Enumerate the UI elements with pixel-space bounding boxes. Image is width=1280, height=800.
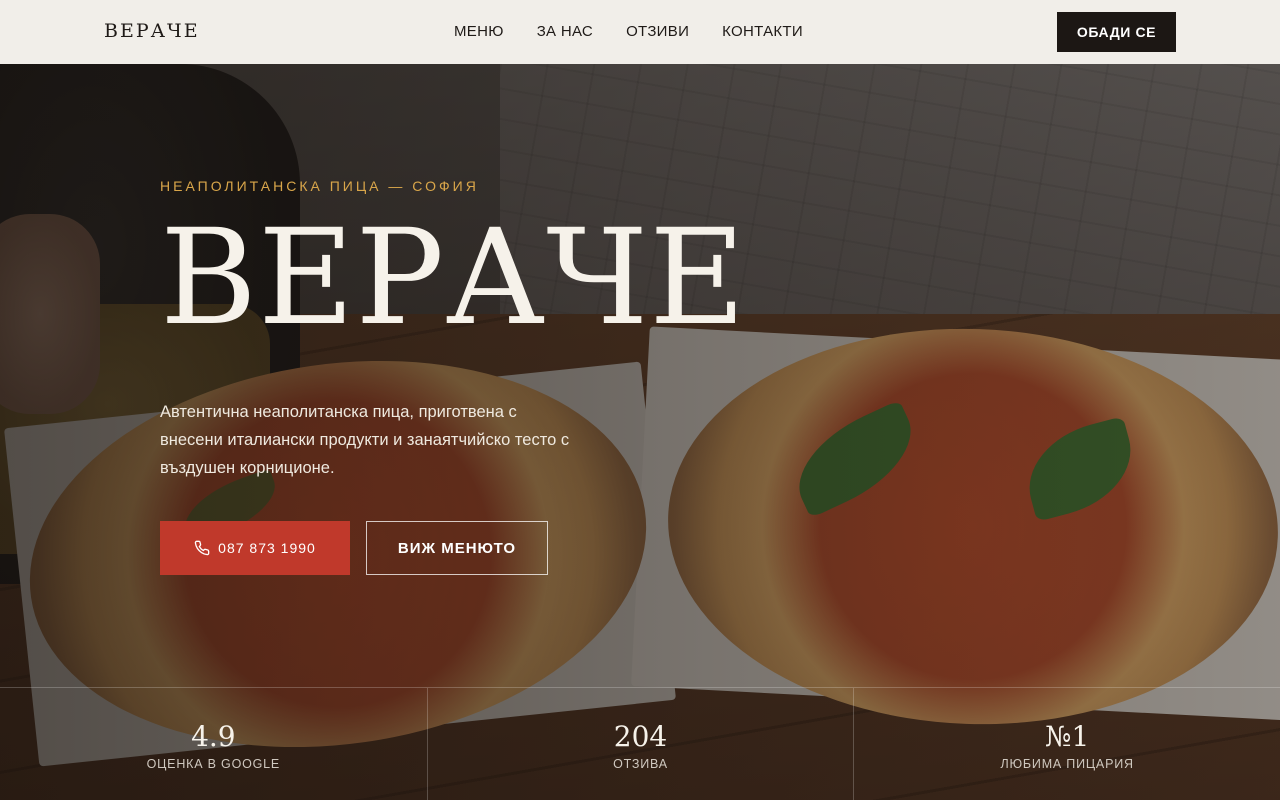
- hero-description: Автентична неаполитанска пица, приготвен…: [160, 403, 570, 477]
- phone-button[interactable]: 087 873 1990: [160, 521, 350, 575]
- call-button[interactable]: ОБАДИ СЕ: [1057, 12, 1176, 52]
- phone-button-label: 087 873 1990: [218, 540, 316, 556]
- stat-reviews: 204 ОТЗИВА: [426, 688, 854, 800]
- main-nav: МЕНЮ ЗА НАС ОТЗИВИ КОНТАКТИ: [454, 23, 836, 40]
- phone-icon: [194, 540, 210, 556]
- view-menu-button[interactable]: ВИЖ МЕНЮТО: [366, 521, 548, 575]
- hero-eyebrow: НЕАПОЛИТАНСКА ПИЦА — СОФИЯ: [160, 178, 479, 194]
- nav-link-about[interactable]: ЗА НАС: [537, 23, 593, 40]
- stats-bar: 4.9 ОЦЕНКА В GOOGLE 204 ОТЗИВА №1 ЛЮБИМА…: [0, 687, 1280, 800]
- stat-value: 204: [613, 720, 668, 753]
- stat-label: ОЦЕНКА В GOOGLE: [146, 757, 281, 771]
- nav-link-menu[interactable]: МЕНЮ: [454, 23, 504, 40]
- site-logo[interactable]: ВЕРАЧЕ: [104, 20, 200, 42]
- stat-value: 4.9: [191, 720, 236, 753]
- stat-rank: №1 ЛЮБИМА ПИЦАРИЯ: [853, 688, 1280, 800]
- stat-rating: 4.9 ОЦЕНКА В GOOGLE: [0, 688, 427, 800]
- site-header: ВЕРАЧЕ МЕНЮ ЗА НАС ОТЗИВИ КОНТАКТИ ОБАДИ…: [0, 0, 1280, 64]
- stat-label: ОТЗИВА: [613, 757, 668, 771]
- nav-link-reviews[interactable]: ОТЗИВИ: [626, 23, 689, 40]
- stat-label: ЛЮБИМА ПИЦАРИЯ: [1000, 757, 1134, 771]
- hero-title: ВЕРАЧЕ: [160, 201, 747, 355]
- nav-link-contacts[interactable]: КОНТАКТИ: [722, 23, 803, 40]
- stat-value: №1: [1044, 720, 1090, 753]
